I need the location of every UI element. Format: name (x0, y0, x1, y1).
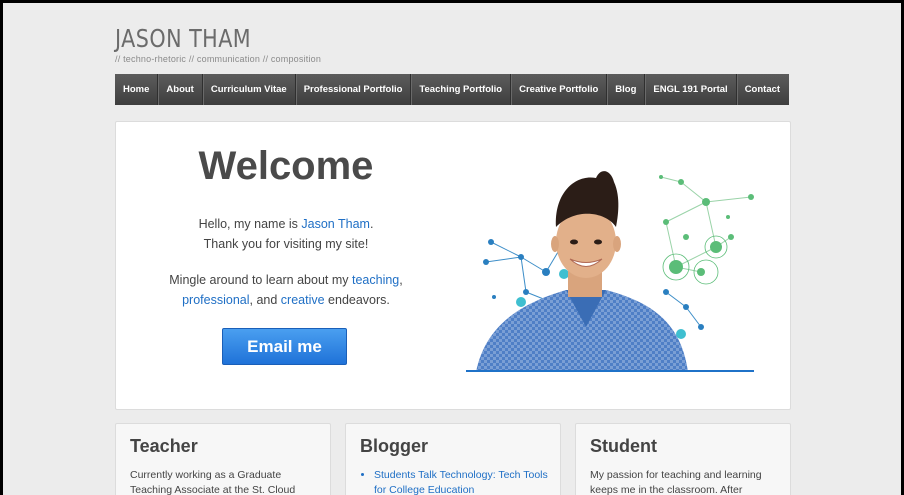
nav-engl-191-portal[interactable]: ENGL 191 Portal (645, 74, 737, 105)
student-card: Student My passion for teaching and lear… (575, 423, 791, 495)
welcome-heading: Welcome (198, 144, 374, 188)
student-card-title: Student (590, 436, 657, 456)
mingle-text: Mingle around to learn about my teaching… (136, 270, 436, 310)
nav-professional-portfolio[interactable]: Professional Portfolio (296, 74, 412, 105)
mingle-text-pre: Mingle around to learn about my (169, 273, 352, 287)
student-card-text: My passion for teaching and learning kee… (590, 469, 762, 495)
teaching-link[interactable]: teaching (352, 273, 399, 287)
intro-text: Hello, my name is Jason Tham. Thank you … (146, 214, 426, 254)
site-tagline: // techno-rhetoric // communication // c… (115, 54, 322, 64)
site-title[interactable]: JASON THAM (115, 25, 305, 53)
blog-post-link[interactable]: Students Talk Technology: Tech Tools for… (374, 468, 554, 495)
mingle-sep-1: , (399, 273, 403, 287)
browser-viewport: JASON THAM // techno-rhetoric // communi… (3, 3, 901, 495)
blogger-card-title: Blogger (360, 436, 429, 456)
nav-blog[interactable]: Blog (607, 74, 646, 105)
welcome-panel: Welcome Hello, my name is Jason Tham. Th… (115, 121, 791, 410)
intro-text-pre: Hello, my name is (198, 217, 302, 231)
nav-creative-portfolio[interactable]: Creative Portfolio (511, 74, 608, 105)
nav-contact[interactable]: Contact (737, 74, 788, 105)
blogger-card: Blogger Students Talk Technology: Tech T… (345, 423, 561, 495)
nav-curriculum-vitae[interactable]: Curriculum Vitae (203, 74, 296, 105)
intro-text-post: . (369, 217, 374, 231)
profile-photo-illustration (466, 171, 754, 372)
creative-link[interactable]: creative (281, 293, 325, 307)
blogger-post-list: Students Talk Technology: Tech Tools for… (360, 468, 554, 495)
site-header: JASON THAM // techno-rhetoric // communi… (115, 25, 322, 65)
teacher-card-title: Teacher (130, 436, 198, 456)
professional-link[interactable]: professional (182, 293, 249, 307)
teacher-card: Teacher Currently working as a Graduate … (115, 423, 331, 495)
nav-home[interactable]: Home (115, 74, 159, 105)
nav-about[interactable]: About (158, 74, 203, 105)
teacher-card-text: Currently working as a Graduate Teaching… (130, 469, 296, 495)
intro-line-2: Thank you for visiting my site! (203, 237, 369, 251)
nav-teaching-portfolio[interactable]: Teaching Portfolio (411, 74, 512, 105)
mingle-text-post: endeavors. (324, 293, 390, 307)
mingle-sep-2: , and (249, 293, 281, 307)
name-link[interactable]: Jason Tham (301, 217, 370, 231)
email-me-button[interactable]: Email me (222, 328, 347, 365)
main-nav: Home About Curriculum Vitae Professional… (115, 74, 789, 105)
